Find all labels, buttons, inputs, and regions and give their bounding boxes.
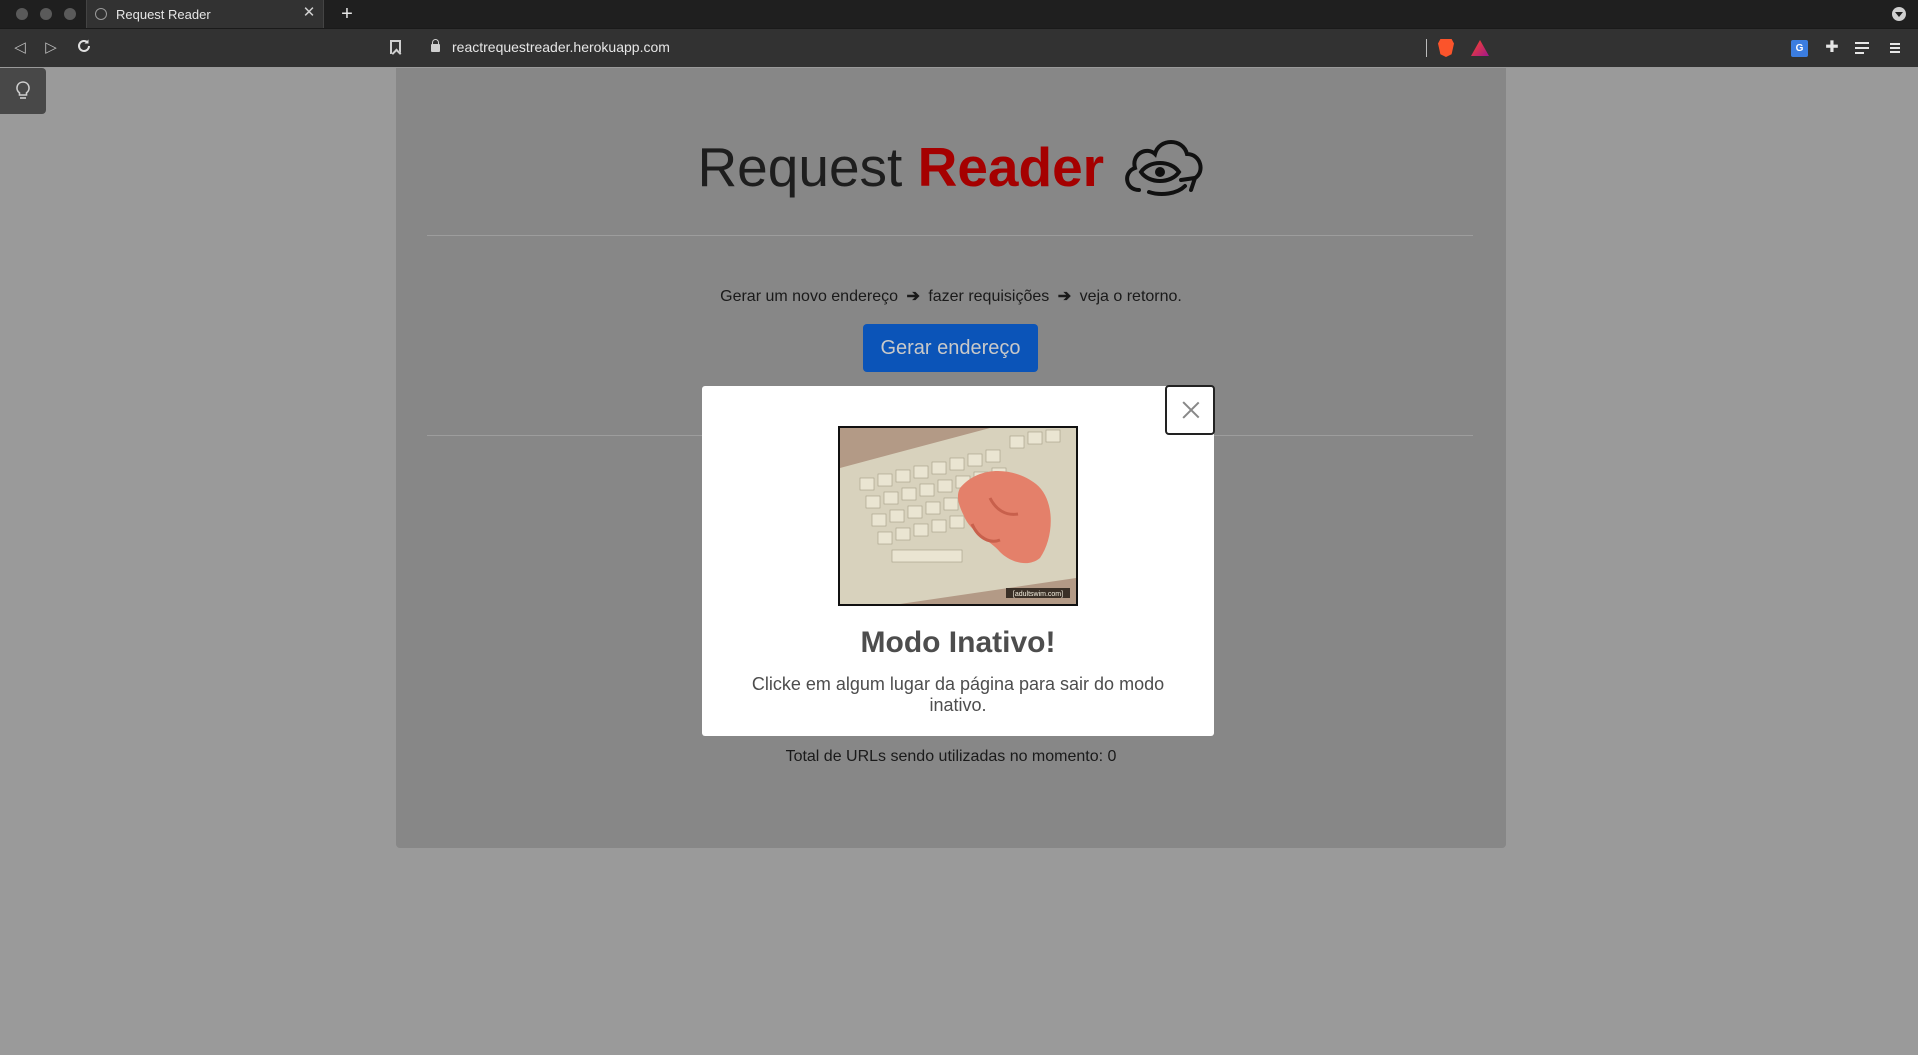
window-close-dot[interactable] bbox=[16, 8, 28, 20]
keyboard-typing-gif: [adultswim.com] bbox=[838, 426, 1078, 606]
translate-icon[interactable]: G bbox=[1791, 40, 1808, 57]
modal-message: Clicke em algum lugar da página para sai… bbox=[751, 674, 1165, 715]
globe-icon bbox=[95, 8, 107, 20]
reload-icon[interactable] bbox=[74, 38, 94, 58]
brave-shields-icon[interactable] bbox=[1438, 39, 1454, 57]
back-icon[interactable]: ◁ bbox=[10, 38, 30, 58]
bookmark-icon[interactable] bbox=[390, 40, 401, 54]
steps-text: Gerar um novo endereço ➔ fazer requisiçõ… bbox=[396, 286, 1506, 306]
tab-close-icon[interactable]: ✕ bbox=[301, 4, 317, 22]
extensions-icon[interactable]: ✚ bbox=[1822, 38, 1842, 58]
lock-icon[interactable] bbox=[431, 39, 440, 52]
new-tab-button[interactable]: + bbox=[336, 3, 358, 25]
modal-title: Modo Inativo! bbox=[860, 626, 1056, 659]
lightbulb-icon bbox=[16, 81, 30, 99]
menu-icon[interactable] bbox=[1888, 41, 1902, 55]
theme-toggle-button[interactable] bbox=[0, 68, 46, 114]
total-urls-label: Total de URLs sendo utilizadas no moment… bbox=[785, 748, 1104, 765]
brave-rewards-icon[interactable] bbox=[1471, 40, 1489, 56]
step-generate: Gerar um novo endereço bbox=[720, 288, 898, 305]
step-result: veja o retorno. bbox=[1079, 288, 1182, 305]
step-requests: fazer requisições bbox=[928, 288, 1050, 305]
arrow-right-icon: ➔ bbox=[906, 288, 920, 305]
cloud-eye-icon bbox=[1124, 140, 1203, 196]
tab-list-dropdown-icon[interactable] bbox=[1892, 7, 1906, 21]
window-maximize-dot[interactable] bbox=[64, 8, 76, 20]
window-minimize-dot[interactable] bbox=[40, 8, 52, 20]
address-bar[interactable]: reactrequestreader.herokuapp.com bbox=[452, 39, 670, 55]
title-accent: Reader bbox=[917, 136, 1105, 198]
active-tab[interactable]: Request Reader ✕ bbox=[86, 0, 324, 28]
arrow-right-icon: ➔ bbox=[1057, 288, 1072, 305]
browser-toolbar: ◁ ▷ reactrequestreader.herokuapp.com G ✚ bbox=[0, 28, 1918, 67]
close-icon[interactable] bbox=[1165, 385, 1215, 435]
total-urls-count: 0 bbox=[1107, 748, 1117, 765]
divider bbox=[427, 235, 1473, 236]
tab-bar: Request Reader ✕ + bbox=[0, 0, 1918, 28]
gif-watermark: [adultswim.com] bbox=[1013, 591, 1063, 598]
page-title: Request Reader bbox=[396, 134, 1506, 204]
inactive-mode-modal[interactable]: [adultswim.com] Modo Inativo! Clicke em … bbox=[702, 385, 1215, 736]
total-urls-text: Total de URLs sendo utilizadas no moment… bbox=[396, 748, 1506, 766]
toolbar-divider bbox=[1426, 39, 1427, 57]
forward-icon[interactable]: ▷ bbox=[41, 38, 61, 58]
generate-address-button[interactable]: Gerar endereço bbox=[863, 324, 1038, 372]
playlist-icon[interactable] bbox=[1855, 41, 1871, 55]
title-plain: Request bbox=[697, 136, 903, 198]
tab-title: Request Reader bbox=[116, 7, 211, 22]
